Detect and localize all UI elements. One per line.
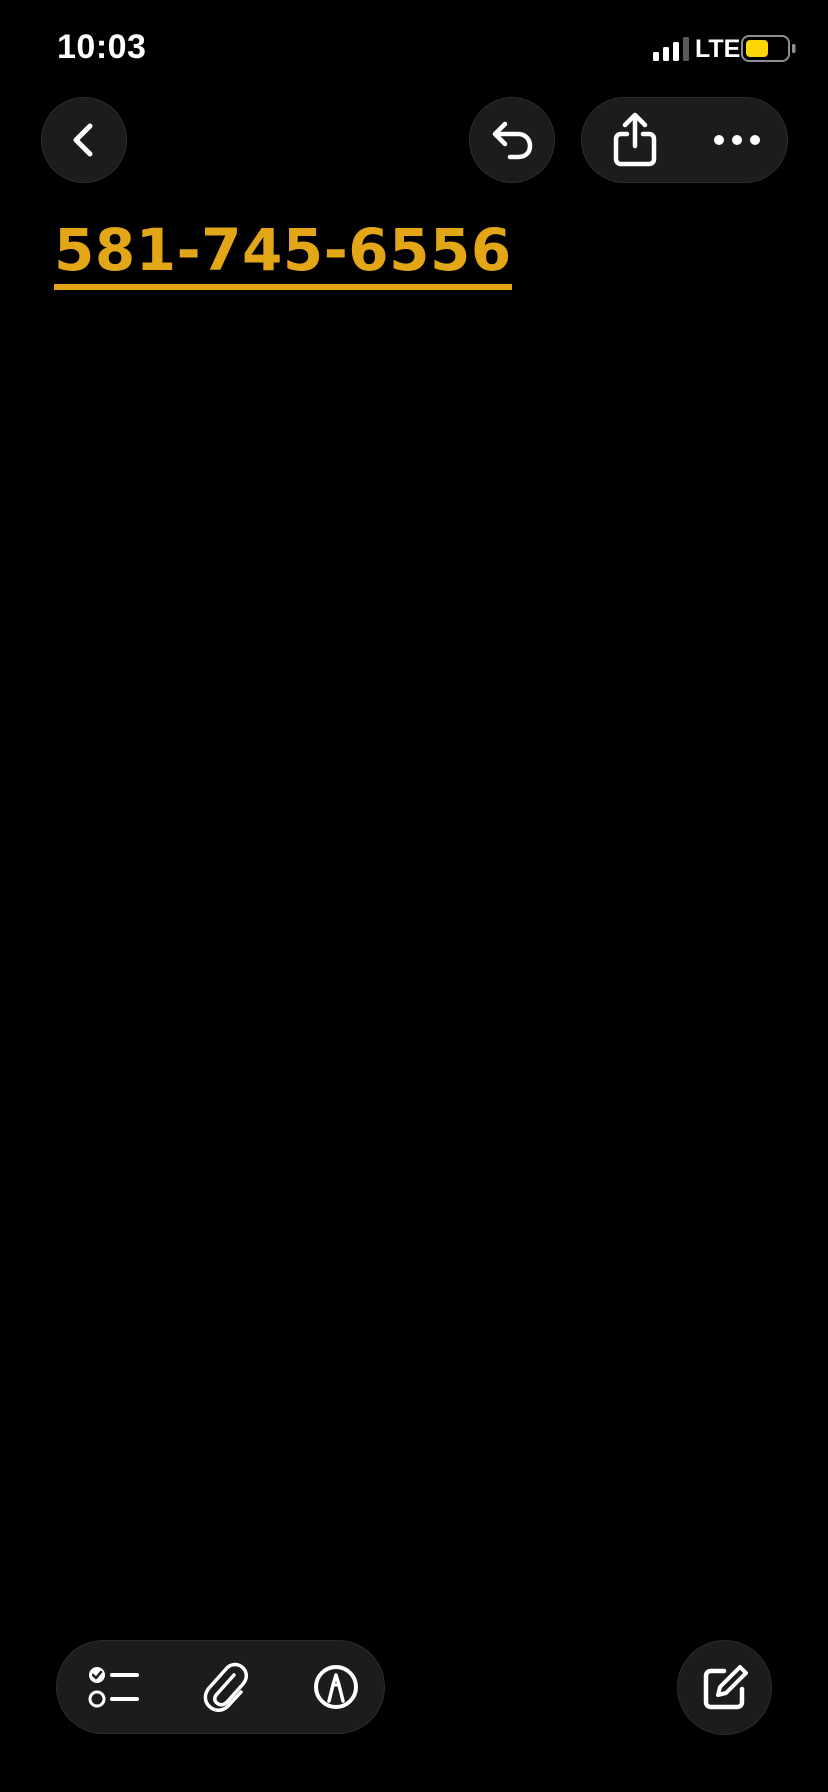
compose-icon (703, 1664, 748, 1709)
undo-icon (492, 121, 533, 160)
note-body[interactable]: 581-745-6556 (54, 218, 774, 290)
back-button[interactable] (41, 97, 127, 183)
paperclip-icon (203, 1662, 248, 1712)
cellular-signal-icon (653, 37, 689, 61)
more-button[interactable] (702, 98, 772, 182)
markup-pen-icon (314, 1665, 358, 1709)
chevron-left-icon (73, 123, 93, 157)
status-time: 10:03 (57, 28, 147, 66)
network-type: LTE (695, 35, 741, 63)
attach-button[interactable] (185, 1641, 265, 1733)
markup-button[interactable] (296, 1641, 376, 1733)
bottom-toolbar (56, 1640, 385, 1734)
status-bar: 10:03 LTE (0, 0, 828, 100)
share-icon (613, 112, 657, 167)
ellipsis-icon (714, 135, 760, 145)
battery-icon (741, 35, 796, 62)
compose-button[interactable] (677, 1640, 772, 1735)
checklist-icon (88, 1667, 139, 1708)
phone-number-link[interactable]: 581-745-6556 (54, 218, 512, 290)
checklist-button[interactable] (74, 1641, 154, 1733)
undo-button[interactable] (469, 97, 555, 183)
share-button[interactable] (600, 98, 670, 182)
share-more-group (581, 97, 788, 183)
